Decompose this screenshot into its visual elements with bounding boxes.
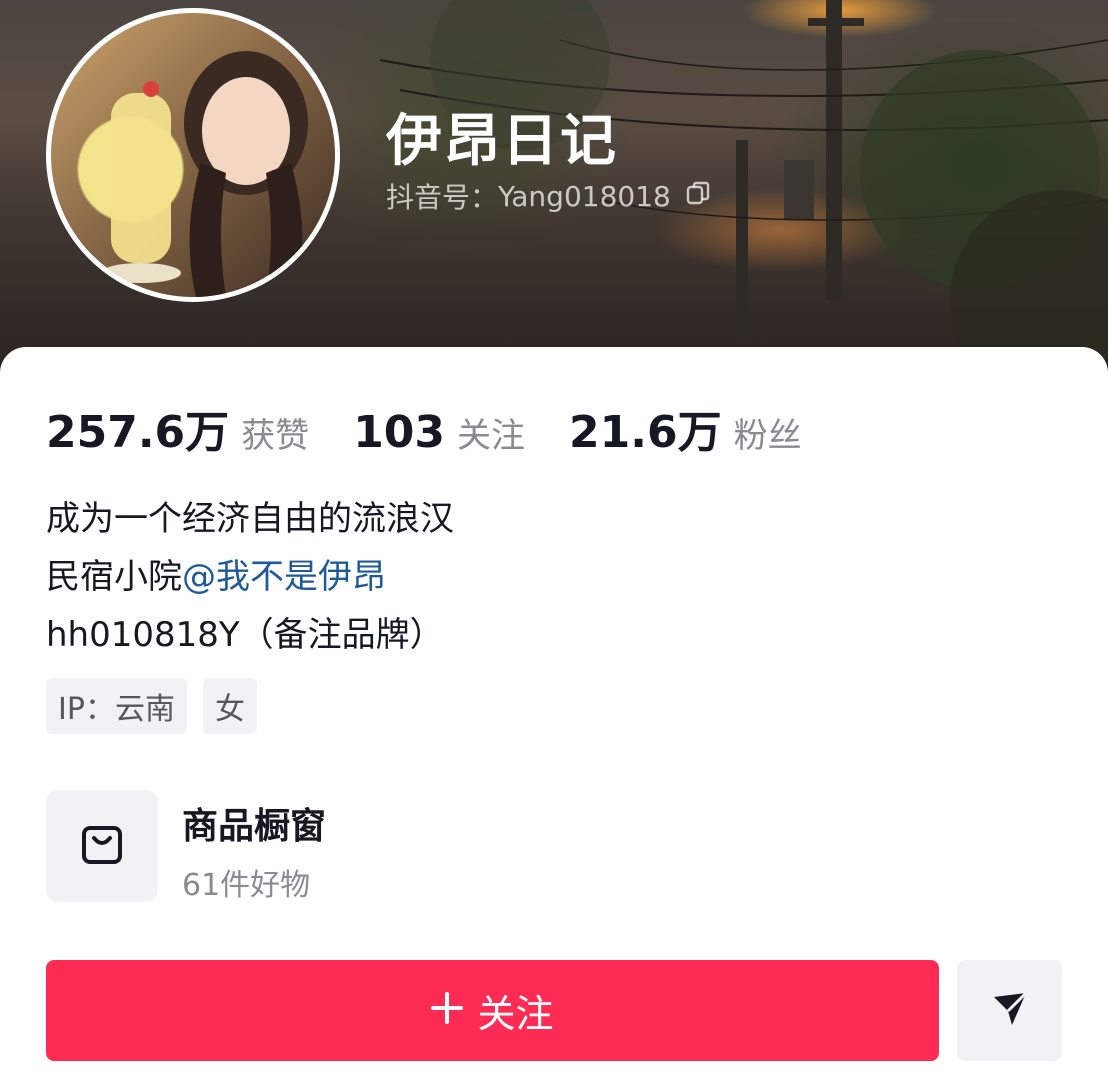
followers-label[interactable]: 粉丝: [734, 408, 802, 457]
shop-window-icon-box[interactable]: [46, 790, 158, 902]
copy-icon[interactable]: [685, 180, 711, 213]
profile-bio: 成为一个经济自由的流浪汉 民宿小院@我不是伊昂 hh010818Y（备注品牌）: [46, 490, 454, 664]
avatar-portrait: [101, 51, 308, 297]
follow-button[interactable]: 关注: [46, 960, 939, 1061]
gender-tag: 女: [202, 678, 257, 734]
send-icon: [990, 989, 1030, 1033]
account-id-value: Yang018018: [498, 179, 671, 213]
account-id-row: 抖音号： Yang018018: [386, 176, 711, 216]
follow-button-label: 关注: [477, 992, 554, 1036]
send-message-button[interactable]: [957, 960, 1062, 1061]
bio-mention-link[interactable]: @我不是伊昂: [182, 557, 386, 597]
profile-name: 伊昂日记: [386, 109, 618, 174]
shopping-bag-icon: [80, 822, 124, 870]
bio-line-3: hh010818Y（备注品牌）: [46, 615, 444, 655]
bio-line-1: 成为一个经济自由的流浪汉: [46, 499, 454, 539]
profile-tags: IP：云南 女: [46, 678, 257, 734]
plus-icon: [431, 989, 464, 1033]
bio-line-2: 民宿小院@我不是伊昂: [46, 548, 454, 606]
likes-count: 257.6万: [46, 407, 230, 458]
shop-window-title[interactable]: 商品橱窗: [182, 797, 326, 849]
shop-window-count: 61件好物: [182, 868, 311, 903]
followers-count[interactable]: 21.6万: [569, 396, 722, 460]
following-label[interactable]: 关注: [457, 408, 525, 457]
ip-location-tag: IP：云南: [46, 678, 187, 734]
profile-avatar[interactable]: [46, 8, 340, 302]
account-id-label: 抖音号：: [386, 181, 499, 214]
likes-label: 获赞: [241, 416, 310, 456]
following-count[interactable]: 103: [353, 407, 445, 458]
profile-stats: 257.6万 获赞 103 关注 21.6万 粉丝: [46, 396, 846, 460]
bio-line-2-text: 民宿小院: [46, 557, 182, 597]
